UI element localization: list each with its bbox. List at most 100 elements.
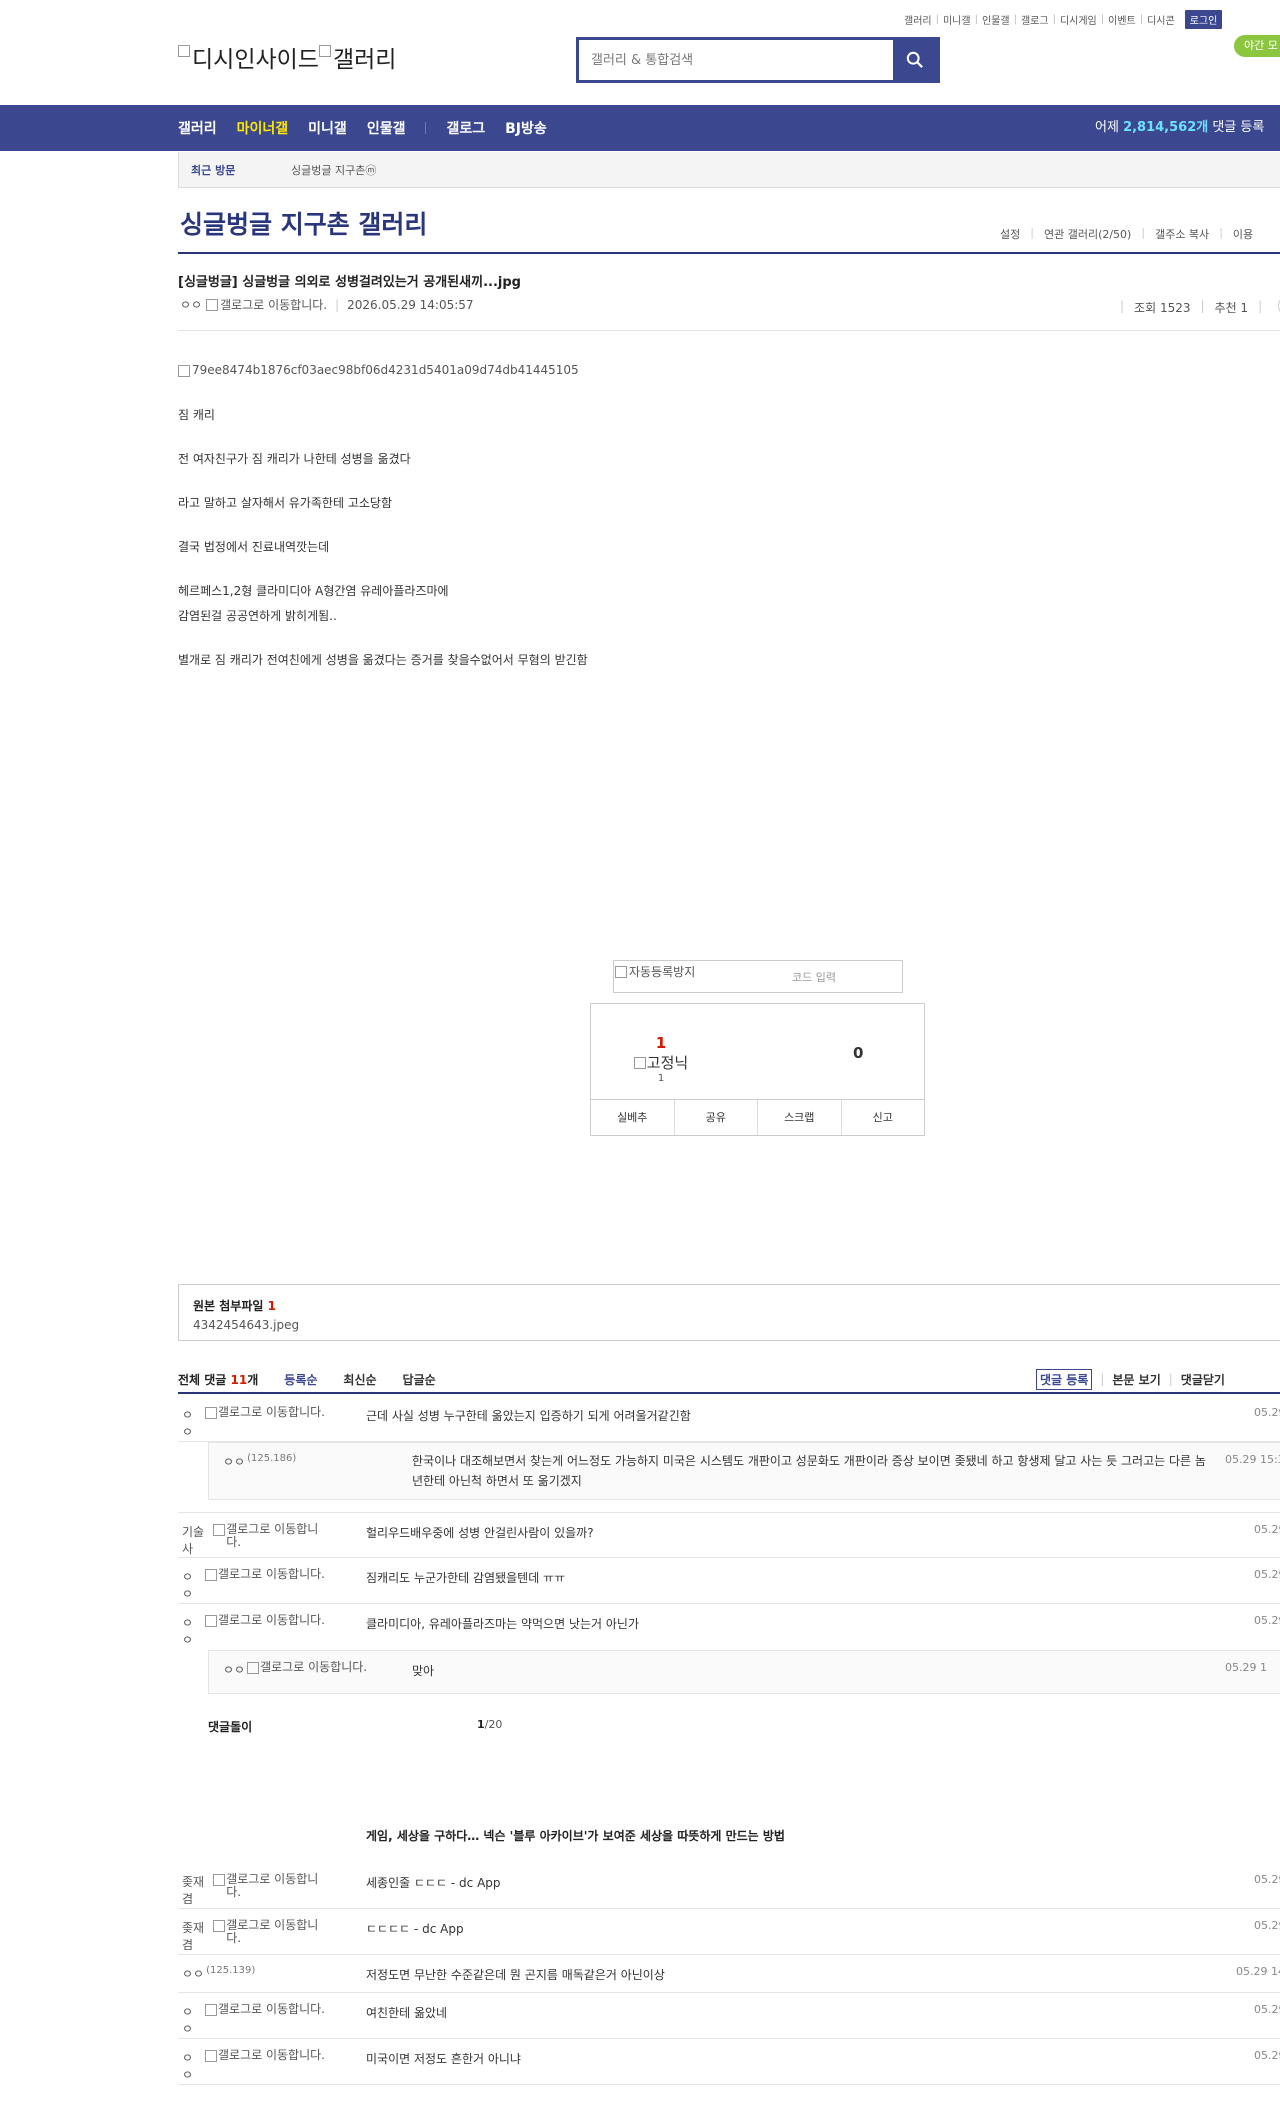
page-current[interactable]: 1 bbox=[477, 1718, 485, 1731]
comment-author[interactable]: ㅇㅇ 갤로그로 이동합니다. bbox=[182, 1406, 332, 1440]
stat-prefix: 어제 bbox=[1095, 120, 1124, 135]
featured-post-title[interactable]: 게임, 세상을 구하다… 넥슨 '블루 아카이브'가 보여준 세상을 따뜻하게 … bbox=[366, 1827, 785, 1844]
comment-text: 짐캐리도 누군가한테 감염됐을텐데 ㅠㅠ bbox=[366, 1571, 566, 1585]
divider: | bbox=[335, 297, 340, 312]
comment-item: ㅇㅇ 갤로그로 이동합니다. 근데 사실 성병 누구한테 옮았는지 입증하기 되게… bbox=[178, 1396, 1280, 1442]
best-recommend-button[interactable]: 실베추 bbox=[591, 1100, 675, 1135]
nav-minor-gallery[interactable]: 마이너갤 bbox=[237, 118, 289, 138]
top-link-game[interactable]: 디시게임 bbox=[1060, 12, 1097, 27]
comment-author[interactable]: ㅇㅇ 갤로그로 이동합니다. bbox=[182, 2003, 332, 2037]
top-link-person[interactable]: 인물갤 bbox=[982, 12, 1010, 27]
site-logo[interactable]: 디시인사이드 갤러리 bbox=[178, 40, 396, 74]
broken-image-icon bbox=[615, 965, 627, 978]
comment-author[interactable]: 좆재겸 갤로그로 이동합니다. bbox=[182, 1919, 332, 1953]
comment-date: 05.29 bbox=[1254, 1919, 1280, 1932]
top-utility-links: 갤러리 | 미니갤 | 인물갤 | 갤로그 | 디시게임 | 이벤트 | 디시콘 로그인 bbox=[904, 10, 1223, 29]
recommend-down-button[interactable]: 0 bbox=[853, 1044, 863, 1062]
comment-text: 여친한테 옮았네 bbox=[366, 2006, 448, 2020]
view-post-button[interactable]: 본문 보기 bbox=[1112, 1371, 1160, 1388]
top-link-event[interactable]: 이벤트 bbox=[1108, 12, 1136, 27]
search-input[interactable] bbox=[579, 40, 897, 80]
share-button[interactable]: 공유 bbox=[675, 1100, 758, 1135]
recommend-up-button[interactable]: 1 고정닉 1 bbox=[626, 1034, 696, 1084]
comment-stat: 어제 2,814,562개 댓글 등록 bbox=[1095, 105, 1264, 151]
gallog-link-alt: 갤로그로 이동합니다. bbox=[217, 1405, 325, 1419]
comment-author[interactable]: 기술사 갤로그로 이동합니다. bbox=[182, 1523, 332, 1557]
search-icon bbox=[906, 51, 923, 68]
gallog-link-alt: 갤로그로 이동합니다. bbox=[217, 1567, 325, 1581]
stat-value: 2,814,562개 bbox=[1123, 120, 1209, 135]
comment-pagination: 1/20 bbox=[477, 1718, 502, 1731]
post-recommend: 추천 1 bbox=[1214, 301, 1249, 315]
broken-image-icon bbox=[633, 1056, 646, 1069]
related-galleries-link[interactable]: 연관 갤러리(2/50) bbox=[1044, 226, 1131, 242]
comment-date: 05.29 bbox=[1254, 1523, 1280, 1536]
attachment-file[interactable]: 4342454643.jpeg bbox=[193, 1318, 1273, 1332]
post-title: [싱글벙글] 싱글벙글 의외로 성병걸려있는거 공개된새끼...jpg bbox=[178, 275, 521, 290]
top-link-minor[interactable]: 미니갤 bbox=[943, 12, 971, 27]
attachment-label: 원본 첨부파일 1 bbox=[193, 1297, 1273, 1314]
nav-gallog[interactable]: 갤로그 bbox=[446, 118, 485, 138]
nav-bj-broadcast[interactable]: BJ방송 bbox=[505, 118, 547, 138]
reply-author[interactable]: ㅇㅇ (125.186) bbox=[223, 1453, 296, 1470]
title-divider bbox=[178, 252, 1280, 254]
body-paragraph: 헤르페스1,2형 클라미디아 A형간염 유레아플라즈마에 감염된걸 공공연하게 … bbox=[178, 584, 449, 623]
fixed-nick-alt: 고정닉 bbox=[646, 1054, 689, 1072]
login-button[interactable]: 로그인 bbox=[1184, 10, 1223, 29]
settings-link[interactable]: 설정 bbox=[1000, 226, 1020, 242]
comment-text: 클라미디아, 유레아플라즈마는 약먹으면 낫는거 아닌가 bbox=[366, 1617, 639, 1631]
comment-author[interactable]: ㅇㅇ (125.139) bbox=[182, 1965, 332, 1982]
nav-person-gallery[interactable]: 인물갤 bbox=[367, 118, 406, 138]
main-nav-bar: 갤러리 마이너갤 미니갤 인물갤 갤로그 BJ방송 어제 2,814,562개 … bbox=[0, 105, 1280, 151]
page-total: /20 bbox=[484, 1718, 503, 1731]
nav-gallery[interactable]: 갤러리 bbox=[178, 118, 217, 138]
sort-by-replies[interactable]: 답글순 bbox=[403, 1371, 436, 1388]
broken-image-icon bbox=[178, 45, 190, 57]
top-link-gallery[interactable]: 갤러리 bbox=[904, 12, 932, 27]
report-button[interactable]: 신고 bbox=[842, 1100, 925, 1135]
divider: | bbox=[1141, 226, 1146, 239]
nav-divider bbox=[425, 122, 427, 134]
attachment-count: 1 bbox=[267, 1299, 276, 1313]
comment-total-count: 11 bbox=[230, 1372, 248, 1387]
reply-author[interactable]: ㅇㅇ 갤로그로 이동합니다. bbox=[223, 1661, 380, 1678]
captcha-input[interactable] bbox=[739, 966, 889, 988]
scrap-button[interactable]: 스크랩 bbox=[758, 1100, 842, 1135]
recent-visits-label: 최근 방문 bbox=[191, 163, 236, 177]
comment-ip: (125.139) bbox=[206, 1965, 256, 1976]
fixed-nick-image: 고정닉 bbox=[626, 1052, 696, 1073]
top-link-gallog[interactable]: 갤로그 bbox=[1021, 12, 1049, 27]
gallog-link-alt[interactable]: 갤로그로 이동합니다. bbox=[220, 296, 327, 313]
comment-author[interactable]: 좆재겸 갤로그로 이동합니다. bbox=[182, 1873, 332, 1907]
gallery-title[interactable]: 싱글벙글 지구촌 갤러리 bbox=[180, 205, 427, 241]
comment-author[interactable]: ㅇㅇ 갤로그로 이동합니다. bbox=[182, 1614, 332, 1648]
broken-image-icon bbox=[247, 1662, 260, 1674]
comment-author[interactable]: ㅇㅇ 갤로그로 이동합니다. bbox=[182, 2049, 332, 2083]
night-mode-toggle[interactable]: 야간 모 bbox=[1234, 35, 1280, 57]
post-author[interactable]: ㅇㅇ bbox=[180, 296, 202, 313]
nav-mini-gallery[interactable]: 미니갤 bbox=[308, 118, 347, 138]
comment-date: 05.29 bbox=[1254, 2003, 1280, 2016]
meta-divider bbox=[178, 330, 1280, 331]
copy-address-link[interactable]: 갤주소 복사 bbox=[1155, 226, 1209, 242]
comment-nick: ㅇㅇ bbox=[182, 2051, 194, 2082]
close-comments-button[interactable]: 댓글닫기 bbox=[1181, 1371, 1225, 1388]
top-link-dccon[interactable]: 디시콘 bbox=[1147, 12, 1175, 27]
broken-image-icon bbox=[213, 1874, 226, 1886]
recommend-down-count: 0 bbox=[853, 1044, 864, 1062]
divider: | bbox=[974, 14, 978, 25]
comment-author[interactable]: ㅇㅇ 갤로그로 이동합니다. bbox=[182, 1568, 332, 1602]
reply-nick: ㅇㅇ bbox=[223, 1455, 246, 1469]
write-comment-button[interactable]: 댓글 등록 bbox=[1036, 1368, 1093, 1390]
sort-by-latest[interactable]: 최신순 bbox=[343, 1371, 376, 1388]
sort-by-registration[interactable]: 등록순 bbox=[284, 1371, 317, 1388]
divider: | bbox=[1120, 299, 1125, 313]
search-button[interactable] bbox=[893, 40, 937, 80]
recent-visit-item[interactable]: 싱글벙글 지구촌ⓜ bbox=[291, 162, 376, 178]
reply-ip: (125.186) bbox=[247, 1453, 297, 1464]
body-paragraph: 짐 캐리 bbox=[178, 408, 215, 422]
comment-item: 좆재겸 갤로그로 이동합니다. 세종인줄 ㄷㄷㄷ - dc App 05.29 bbox=[178, 1863, 1280, 1909]
comment-date: 05.29 bbox=[1254, 1614, 1280, 1627]
comment-text: 근데 사실 성병 누구한테 옮았는지 입증하기 되게 어려울거같긴함 bbox=[366, 1409, 691, 1423]
usage-link[interactable]: 이용 bbox=[1233, 226, 1253, 242]
